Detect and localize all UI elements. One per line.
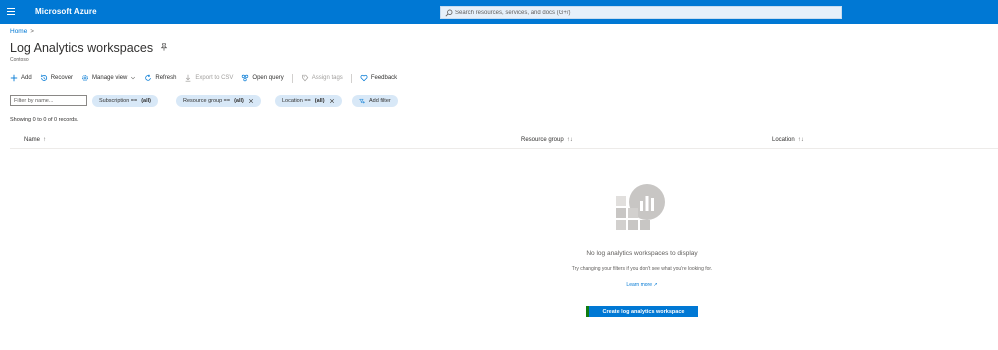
empty-state-title: No log analytics workspaces to display xyxy=(586,250,698,257)
resource-group-filter-pill[interactable]: Resource group == (all) xyxy=(176,95,261,107)
assign-tags-button[interactable]: Assign tags xyxy=(301,74,343,82)
breadcrumb-separator: > xyxy=(30,28,34,35)
refresh-label: Refresh xyxy=(155,75,177,81)
breadcrumb: Home > xyxy=(10,28,34,35)
location-filter-value: (all) xyxy=(314,98,325,104)
brand-title[interactable]: Microsoft Azure xyxy=(35,7,97,16)
filter-by-name-input[interactable] xyxy=(10,95,87,106)
log-analytics-workspace-icon xyxy=(616,184,665,230)
column-header-name[interactable]: Name ↑ xyxy=(24,137,46,143)
create-workspace-button[interactable]: Create log analytics workspace xyxy=(586,306,698,317)
global-search[interactable] xyxy=(440,6,842,19)
page-subtitle: Contoso xyxy=(10,57,29,63)
refresh-icon xyxy=(145,74,152,81)
sort-icon: ↑↓ xyxy=(566,137,573,143)
pin-icon[interactable] xyxy=(160,43,168,51)
empty-state-subtitle: Try changing your filters if you don't s… xyxy=(571,266,713,272)
column-header-location[interactable]: Location ↑↓ xyxy=(772,137,804,143)
recover-icon xyxy=(40,74,47,81)
column-header-label: Resource group xyxy=(521,137,564,143)
close-icon[interactable] xyxy=(248,98,254,104)
add-filter-button[interactable]: Add filter xyxy=(352,95,398,107)
recover-button[interactable]: Recover xyxy=(40,74,73,82)
add-button[interactable]: Add xyxy=(10,74,32,82)
column-header-resource-group[interactable]: Resource group ↑↓ xyxy=(521,137,573,143)
tag-icon xyxy=(302,74,309,82)
search-input[interactable] xyxy=(455,8,835,18)
breadcrumb-home[interactable]: Home xyxy=(10,28,27,35)
feedback-label: Feedback xyxy=(370,75,398,81)
plus-icon xyxy=(10,74,18,82)
location-filter-pill[interactable]: Location == (all) xyxy=(275,95,342,107)
search-icon xyxy=(445,9,453,17)
learn-more-link[interactable]: Learn more ↗ xyxy=(500,282,784,288)
add-label: Add xyxy=(21,75,32,81)
command-bar: Add Recover Manage view Refresh Export t… xyxy=(10,72,405,84)
resource-group-filter-value: (all) xyxy=(234,98,244,104)
menu-icon[interactable] xyxy=(7,6,17,18)
page-title: Log Analytics workspaces xyxy=(10,41,154,55)
export-csv-button[interactable]: Export to CSV xyxy=(184,74,233,82)
close-icon[interactable] xyxy=(329,98,335,104)
sort-icon: ↑↓ xyxy=(797,137,804,143)
toolbar-divider xyxy=(350,73,352,83)
column-header-label: Name xyxy=(24,137,41,143)
table-header: Name ↑ Resource group ↑↓ Location ↑↓ xyxy=(10,133,998,149)
refresh-button[interactable]: Refresh xyxy=(144,74,176,82)
subscription-filter-value: (all) xyxy=(141,98,151,104)
column-header-label: Location xyxy=(772,137,795,143)
location-filter-label: Location == xyxy=(282,98,311,104)
subscription-filter-pill[interactable]: Subscription == (all) xyxy=(92,95,158,107)
query-icon xyxy=(242,74,249,82)
open-query-button[interactable]: Open query xyxy=(241,74,284,82)
record-count: Showing 0 to 0 of 0 records. xyxy=(10,117,79,123)
top-bar: Microsoft Azure xyxy=(0,0,998,24)
resource-group-filter-label: Resource group == xyxy=(183,98,231,104)
toolbar-divider xyxy=(291,73,293,83)
chevron-down-icon xyxy=(131,76,136,80)
manage-view-button[interactable]: Manage view xyxy=(81,74,136,82)
sort-icon: ↑ xyxy=(43,137,47,143)
add-filter-label: Add filter xyxy=(369,98,391,104)
manage-view-label: Manage view xyxy=(92,75,128,81)
subscription-filter-label: Subscription == xyxy=(99,98,138,104)
gear-icon xyxy=(82,75,88,81)
add-filter-icon xyxy=(359,98,365,104)
assign-tags-label: Assign tags xyxy=(311,75,343,81)
recover-label: Recover xyxy=(50,75,74,81)
feedback-button[interactable]: Feedback xyxy=(360,74,397,82)
export-csv-label: Export to CSV xyxy=(195,75,234,81)
heart-icon xyxy=(360,74,368,82)
download-icon xyxy=(186,74,191,82)
open-query-label: Open query xyxy=(252,75,284,81)
